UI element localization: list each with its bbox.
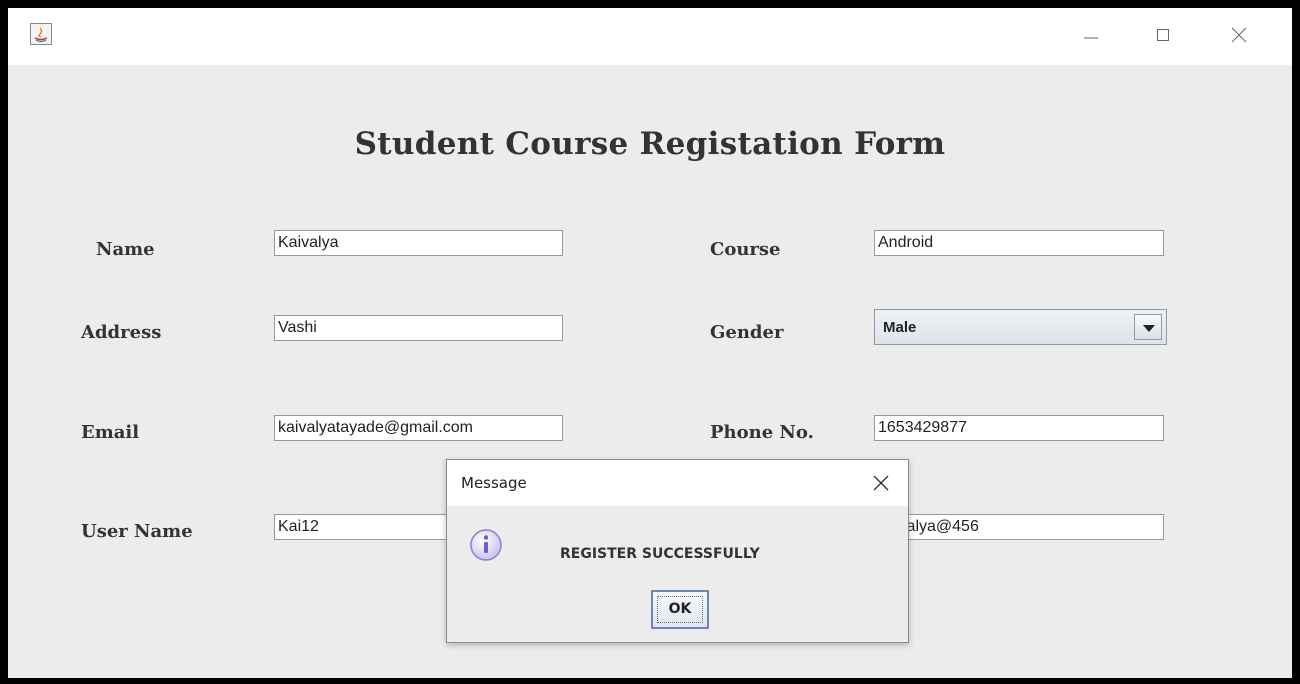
minimize-button[interactable]: [1076, 20, 1106, 50]
chevron-down-icon: [1143, 325, 1155, 332]
dialog-close-button[interactable]: [869, 471, 893, 495]
course-input[interactable]: Android: [874, 230, 1164, 256]
dialog-title-bar: Message: [447, 460, 908, 506]
course-label: Course: [710, 239, 781, 260]
name-input[interactable]: Kaivalya: [274, 230, 563, 256]
close-icon: [1231, 27, 1247, 43]
gender-dropdown-button[interactable]: [1134, 314, 1162, 340]
app-window: Student Course Registation Form Name Kai…: [0, 0, 1300, 684]
title-bar: [8, 8, 1292, 65]
address-label: Address: [81, 322, 162, 343]
gender-label: Gender: [710, 322, 784, 343]
ok-button-label: OK: [668, 601, 692, 617]
dialog-message: REGISTER SUCCESSFULLY: [560, 546, 760, 562]
maximize-button[interactable]: [1148, 20, 1178, 50]
info-icon: [469, 528, 503, 562]
maximize-icon: [1157, 29, 1169, 41]
phone-input[interactable]: 1653429877: [874, 415, 1164, 441]
form-title: Student Course Registation Form: [354, 126, 946, 162]
minimize-icon: [1084, 37, 1098, 39]
close-icon: [873, 475, 889, 491]
close-button[interactable]: [1224, 20, 1254, 50]
email-label: Email: [81, 422, 140, 443]
message-dialog: Message REGISTER SUCCESSFULLY OK: [446, 459, 909, 643]
dialog-title: Message: [461, 474, 527, 492]
phone-label: Phone No.: [710, 422, 814, 443]
gender-selected-value: Male: [883, 319, 917, 336]
gender-select[interactable]: Male: [874, 309, 1167, 345]
name-label: Name: [96, 239, 155, 260]
ok-button[interactable]: OK: [651, 590, 709, 629]
email-input[interactable]: kaivalyatayade@gmail.com: [274, 415, 563, 441]
java-app-icon: [30, 23, 52, 45]
password-input[interactable]: ivalya@456: [874, 514, 1164, 540]
username-label: User Name: [81, 521, 193, 542]
address-input[interactable]: Vashi: [274, 315, 563, 341]
